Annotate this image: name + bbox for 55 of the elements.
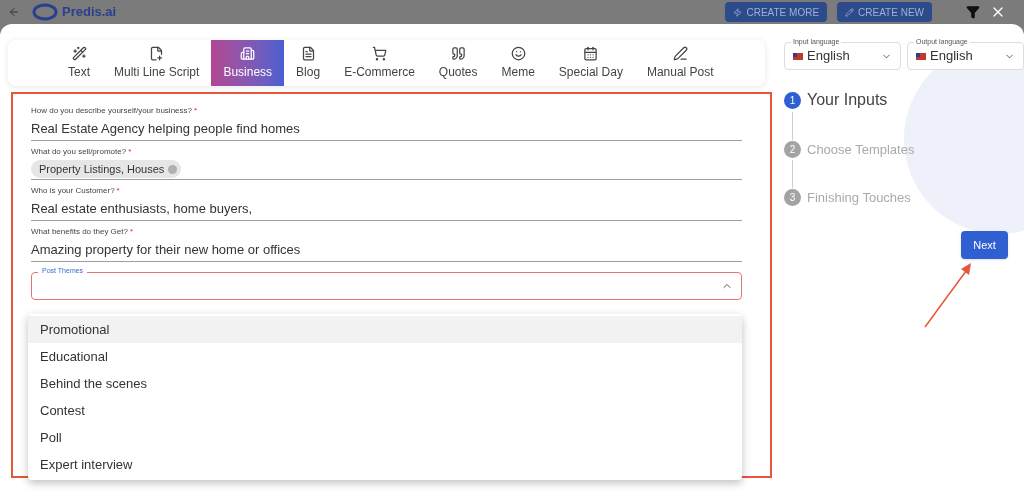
category-tab[interactable]: Text <box>56 40 102 86</box>
text-field[interactable]: Real estate enthusiasts, home buyers, <box>31 199 742 219</box>
field-label: What do you sell/promote? <box>31 146 127 158</box>
document-icon <box>300 45 316 61</box>
category-tab[interactable]: Meme <box>489 40 547 86</box>
category-tab[interactable]: E-Commerce <box>332 40 427 86</box>
menu-option[interactable]: Promotional <box>28 316 742 343</box>
building-icon <box>240 45 256 61</box>
flag-icon <box>916 52 926 60</box>
category-tab[interactable]: Manual Post <box>634 40 726 86</box>
required-asterisk: * <box>194 105 198 117</box>
language-value: English <box>930 47 973 66</box>
menu-option[interactable]: Expert interview <box>28 451 742 478</box>
category-tab[interactable]: Blog <box>284 40 333 86</box>
filter-icon[interactable] <box>966 5 980 19</box>
logo-icon <box>32 3 58 21</box>
text-field[interactable]: Amazing property for their new home or offices <box>31 240 742 260</box>
document-plus-icon <box>149 45 165 61</box>
menu-option[interactable]: Educational <box>28 343 742 370</box>
create-button[interactable]: CREATE MORE <box>725 2 828 22</box>
category-tab[interactable]: Quotes <box>426 40 490 86</box>
flag-icon <box>793 52 803 60</box>
step-label: Your Inputs <box>807 90 888 110</box>
step-label: Finishing Touches <box>807 188 911 207</box>
calendar-icon <box>583 45 599 61</box>
menu-option[interactable]: Contest <box>28 397 742 424</box>
menu-option[interactable]: Behind the scenes <box>28 370 742 397</box>
language-value: English <box>807 47 850 66</box>
logo-text: Predis.ai <box>62 3 117 22</box>
wand-icon <box>71 45 87 61</box>
smiley-icon <box>510 45 526 61</box>
tag-chip[interactable]: Property Listings, Houses <box>31 160 182 178</box>
step-label: Choose Templates <box>807 141 915 159</box>
quote-icon <box>450 45 466 61</box>
text-field[interactable]: Real Estate Agency helping people find homes <box>31 119 742 139</box>
category-tab[interactable]: Special Day <box>546 40 635 86</box>
required-asterisk: * <box>128 146 132 158</box>
next-button[interactable]: Next <box>961 231 1008 259</box>
required-asterisk: * <box>129 226 134 238</box>
create-button[interactable]: CREATE NEW <box>837 2 932 22</box>
bolt-icon <box>733 7 743 17</box>
field-label: Who is your Customer? <box>31 185 115 197</box>
field-label: How do you describe yourself/your business? <box>31 105 192 117</box>
required-asterisk: * <box>116 185 120 197</box>
back-arrow-icon[interactable] <box>8 6 20 18</box>
field-label: What benefits do they Get? <box>31 226 128 238</box>
pencil-icon <box>845 7 855 17</box>
step-number: 2 <box>784 141 801 159</box>
category-tab[interactable]: Multi Line Script <box>102 40 212 86</box>
pen-icon <box>672 45 688 61</box>
cart-icon <box>371 45 387 61</box>
menu-option[interactable]: Poll <box>28 424 742 451</box>
step-number: 3 <box>784 188 801 206</box>
category-tab[interactable]: Business <box>211 40 285 86</box>
step-number: 1 <box>784 91 801 109</box>
